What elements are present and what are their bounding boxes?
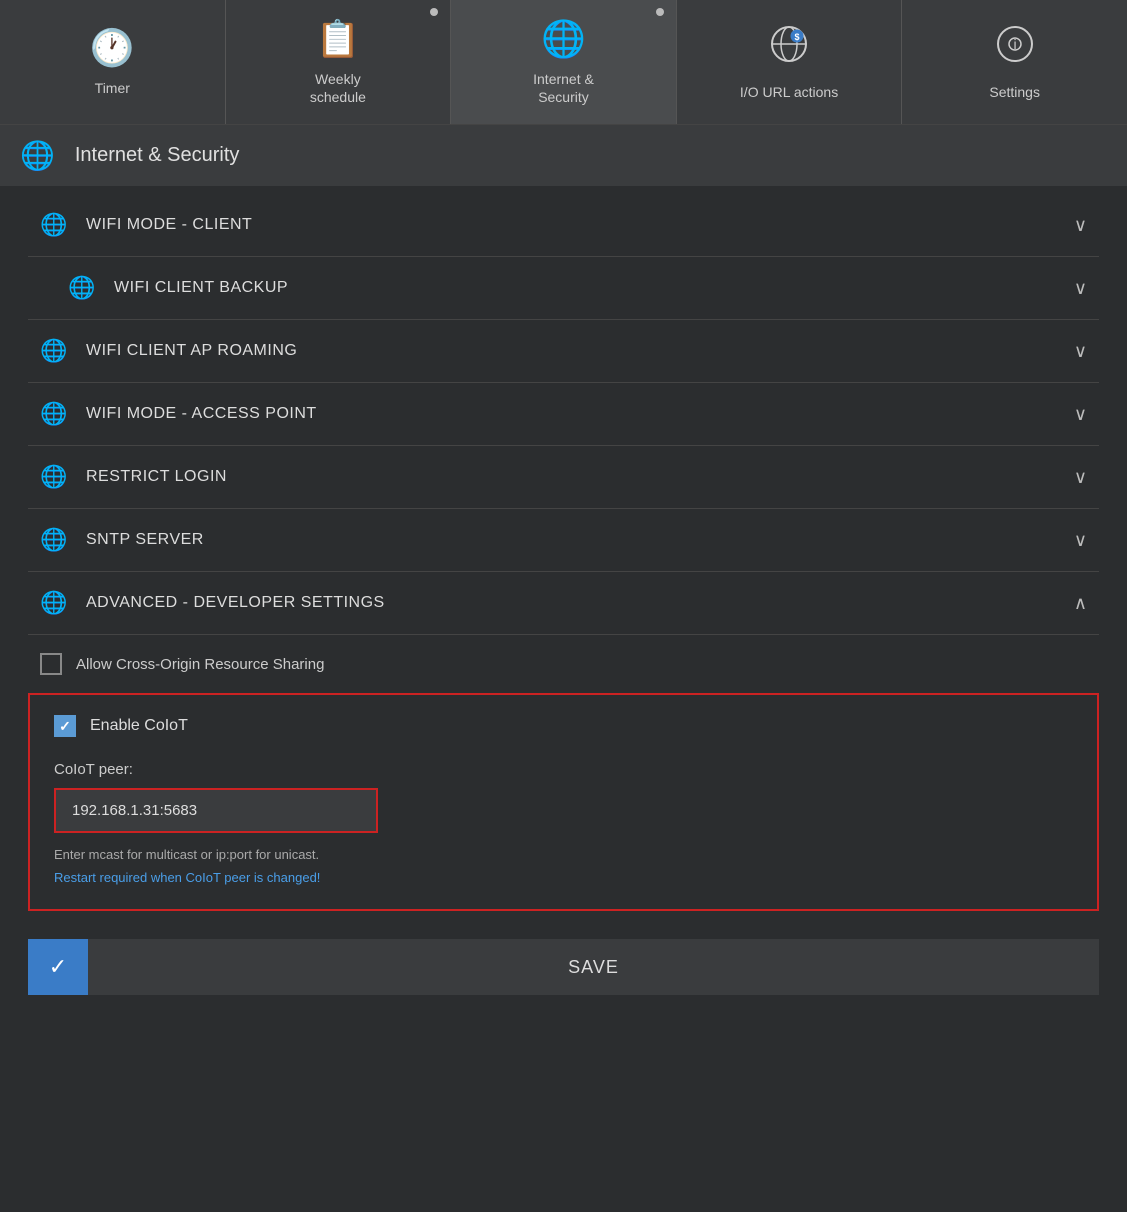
coiot-section: ✓ Enable CoIoT CoIoT peer: Enter mcast f… xyxy=(28,693,1099,911)
accordion-wifi-client-ap-roaming[interactable]: 🌐 WIFI CLIENT AP ROAMING ∨ xyxy=(28,320,1099,383)
advanced-developer-icon: 🌐 xyxy=(40,590,68,616)
sntp-server-icon: 🌐 xyxy=(40,527,68,553)
tab-internet-security[interactable]: 🌐 Internet &Security xyxy=(451,0,677,124)
wifi-client-ap-roaming-label: WIFI CLIENT AP ROAMING xyxy=(86,342,1074,360)
wifi-mode-access-point-chevron: ∨ xyxy=(1074,404,1087,425)
restrict-login-chevron: ∨ xyxy=(1074,467,1087,488)
coiot-enable-row: ✓ Enable CoIoT xyxy=(54,715,1073,737)
save-check-icon: ✓ xyxy=(28,939,88,995)
io-url-icon: $ xyxy=(769,24,809,73)
restrict-login-icon: 🌐 xyxy=(40,464,68,490)
advanced-developer-label: ADVANCED - DEVELOPER SETTINGS xyxy=(86,594,1074,612)
top-nav: 🕐 Timer 📋 Weeklyschedule 🌐 Internet &Sec… xyxy=(0,0,1127,125)
internet-security-icon: 🌐 xyxy=(541,18,586,60)
coiot-restart-note: Restart required when CoIoT peer is chan… xyxy=(54,870,1073,885)
tab-weekly-schedule[interactable]: 📋 Weeklyschedule xyxy=(226,0,452,124)
accordion-sntp-server[interactable]: 🌐 SNTP SERVER ∨ xyxy=(28,509,1099,572)
sntp-server-chevron: ∨ xyxy=(1074,530,1087,551)
tab-io-url-actions[interactable]: $ I/O URL actions xyxy=(677,0,903,124)
wifi-client-backup-icon: 🌐 xyxy=(68,275,96,301)
accordion-wifi-client-backup[interactable]: 🌐 WIFI CLIENT BACKUP ∨ xyxy=(28,257,1099,320)
svg-text:i: i xyxy=(1013,36,1016,52)
dot-indicator-2 xyxy=(656,8,664,16)
wifi-mode-client-icon: 🌐 xyxy=(40,212,68,238)
accordion-advanced-developer[interactable]: 🌐 ADVANCED - DEVELOPER SETTINGS ∧ xyxy=(28,572,1099,635)
sntp-server-label: SNTP SERVER xyxy=(86,531,1074,549)
wifi-mode-client-chevron: ∨ xyxy=(1074,215,1087,236)
wifi-client-backup-chevron: ∨ xyxy=(1074,278,1087,299)
checkmark-icon: ✓ xyxy=(59,718,71,735)
cors-label: Allow Cross-Origin Resource Sharing xyxy=(76,656,324,673)
save-label: SAVE xyxy=(88,957,1099,978)
coiot-enable-label: Enable CoIoT xyxy=(90,717,188,735)
tab-settings-label: Settings xyxy=(989,83,1040,101)
coiot-hint: Enter mcast for multicast or ip:port for… xyxy=(54,847,1073,862)
wifi-mode-client-label: WIFI MODE - CLIENT xyxy=(86,216,1074,234)
accordion-list: 🌐 WIFI MODE - CLIENT ∨ 🌐 WIFI CLIENT BAC… xyxy=(28,194,1099,635)
coiot-peer-input[interactable] xyxy=(56,790,376,831)
tab-timer[interactable]: 🕐 Timer xyxy=(0,0,226,124)
cors-row: Allow Cross-Origin Resource Sharing xyxy=(0,635,1127,693)
section-globe-icon: 🌐 xyxy=(20,139,55,172)
coiot-enable-checkbox[interactable]: ✓ xyxy=(54,715,76,737)
tab-timer-label: Timer xyxy=(95,79,130,97)
timer-icon: 🕐 xyxy=(90,27,135,69)
coiot-peer-label: CoIoT peer: xyxy=(54,761,1073,778)
cors-checkbox[interactable] xyxy=(40,653,62,675)
wifi-mode-access-point-label: WIFI MODE - ACCESS POINT xyxy=(86,405,1074,423)
wifi-mode-access-point-icon: 🌐 xyxy=(40,401,68,427)
wifi-client-ap-roaming-icon: 🌐 xyxy=(40,338,68,364)
advanced-developer-chevron: ∧ xyxy=(1074,593,1087,614)
svg-text:$: $ xyxy=(795,32,800,42)
section-title: Internet & Security xyxy=(75,144,240,167)
tab-settings[interactable]: i Settings xyxy=(902,0,1127,124)
tab-io-url-label: I/O URL actions xyxy=(740,83,838,101)
settings-icon: i xyxy=(995,24,1035,73)
wifi-client-ap-roaming-chevron: ∨ xyxy=(1074,341,1087,362)
wifi-client-backup-label: WIFI CLIENT BACKUP xyxy=(114,279,1074,297)
accordion-wifi-mode-access-point[interactable]: 🌐 WIFI MODE - ACCESS POINT ∨ xyxy=(28,383,1099,446)
tab-internet-security-label: Internet &Security xyxy=(533,70,594,106)
accordion-wifi-mode-client[interactable]: 🌐 WIFI MODE - CLIENT ∨ xyxy=(28,194,1099,257)
restrict-login-label: RESTRICT LOGIN xyxy=(86,468,1074,486)
save-bar[interactable]: ✓ SAVE xyxy=(28,939,1099,995)
weekly-schedule-icon: 📋 xyxy=(315,18,360,60)
accordion-restrict-login[interactable]: 🌐 RESTRICT LOGIN ∨ xyxy=(28,446,1099,509)
section-header: 🌐 Internet & Security xyxy=(0,125,1127,186)
dot-indicator xyxy=(430,8,438,16)
coiot-peer-input-wrapper xyxy=(54,788,378,833)
tab-weekly-schedule-label: Weeklyschedule xyxy=(310,70,366,106)
